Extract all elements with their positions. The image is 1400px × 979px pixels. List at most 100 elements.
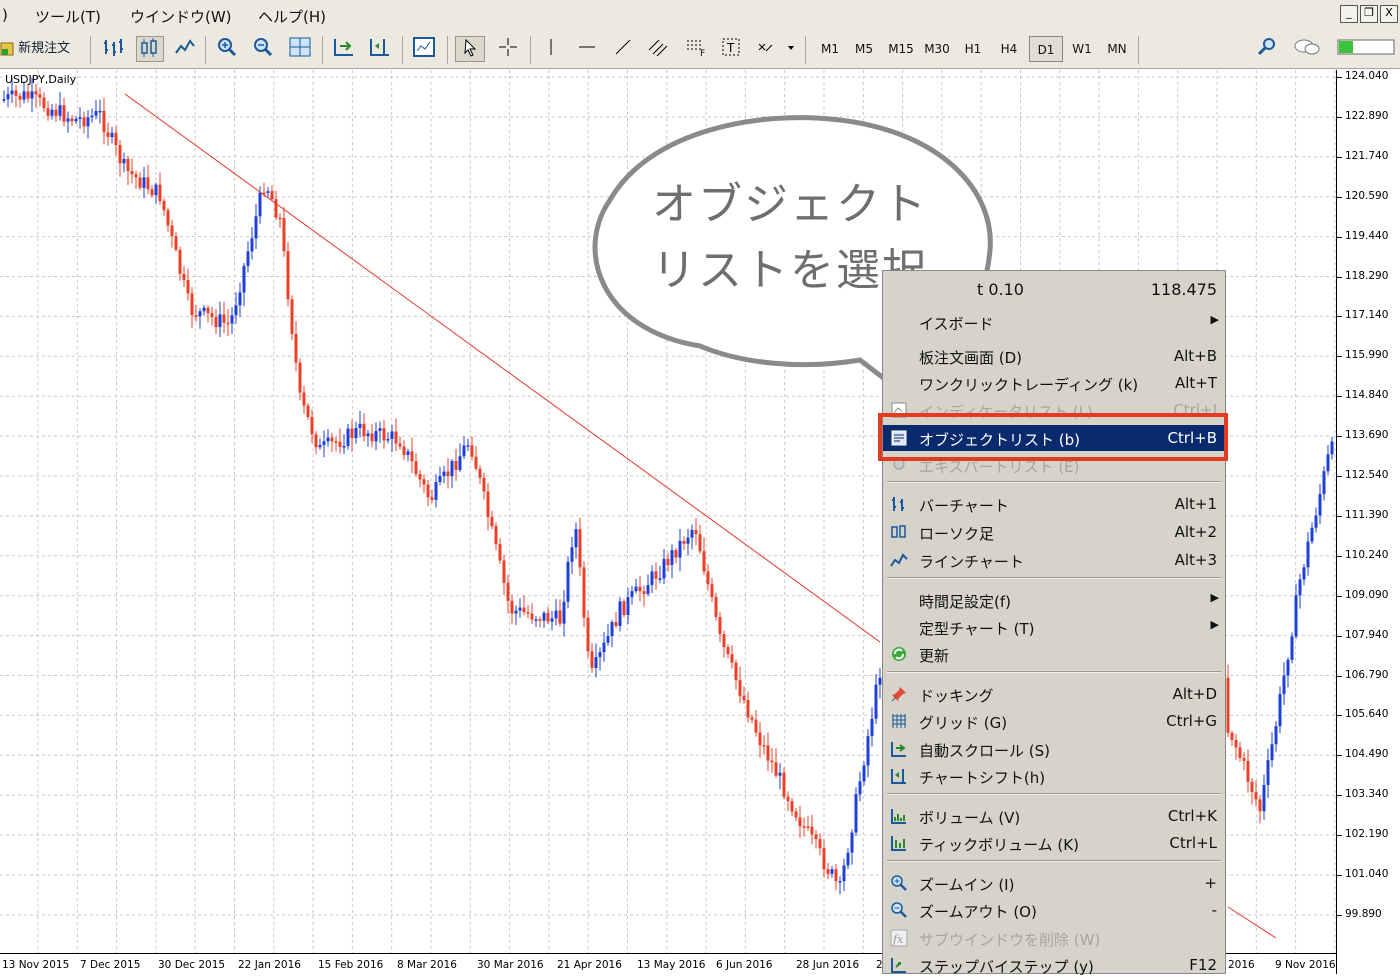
price-axis: 124.040 122.890 121.740 120.590 119.440 118.2… — [1336, 70, 1400, 974]
bar-chart-button[interactable] — [100, 36, 126, 62]
price-tick — [1337, 276, 1342, 278]
candle-body — [618, 601, 622, 626]
text-tool-button[interactable]: T — [718, 36, 746, 62]
zoom-in-button[interactable] — [214, 36, 240, 62]
fibonacci-button[interactable]: F — [682, 36, 712, 62]
cursor-tool-button[interactable] — [455, 36, 485, 62]
candle-body — [242, 265, 246, 293]
candle-body — [38, 94, 42, 98]
price-tick — [1337, 675, 1342, 677]
candle-body — [354, 427, 358, 439]
new-order-button[interactable]: 新規注文 — [0, 36, 80, 62]
menu-item-chart-shift[interactable]: チャートシフト(h) — [883, 763, 1225, 789]
menu-item-item-0[interactable]: イスボード ▶ — [883, 309, 1225, 335]
menu-item-volume[interactable]: ボリューム (V) Ctrl+K — [883, 803, 1225, 829]
menu-item-shortcut: Ctrl+L — [1169, 834, 1217, 852]
menu-item-item-1[interactable]: 板注文画面 (D) Alt+B — [883, 343, 1225, 369]
candle-body — [1226, 677, 1230, 733]
candle-body — [1298, 579, 1302, 596]
candle-body — [542, 612, 546, 621]
timeframe-h1[interactable]: H1 — [956, 36, 990, 62]
menu-item-item-9[interactable]: 時間足設定(f) ▶ — [883, 587, 1225, 613]
candle-body — [1326, 454, 1330, 472]
menu-item-candlestick[interactable]: ローソク足 Alt+2 — [883, 519, 1225, 545]
close-button[interactable]: X — [1380, 5, 1398, 23]
candle-body — [458, 456, 462, 470]
menu-item-tools[interactable]: ツール(T) — [35, 6, 101, 27]
equidistant-channel-button[interactable] — [644, 36, 674, 62]
menu-item-item-2[interactable]: ワンクリックトレーディング (k) Alt+T — [883, 370, 1225, 396]
price-label: 102.190 — [1345, 828, 1389, 841]
candle-body — [658, 578, 662, 580]
volume-icon — [889, 807, 909, 825]
crosshair-tool-button[interactable] — [493, 36, 523, 62]
price-tick — [1337, 635, 1342, 637]
price-tick — [1337, 835, 1342, 837]
candle-body — [202, 307, 206, 312]
chart-shift-button[interactable] — [366, 36, 394, 62]
templates-button[interactable] — [410, 36, 438, 62]
menu-item-step[interactable]: ステップバイステップ (y) F12 — [883, 952, 1225, 978]
date-label: 15 Feb 2016 — [318, 959, 384, 971]
candle-body — [122, 158, 126, 164]
new-order-label: 新規注文 — [18, 41, 71, 56]
menu-item-auto-scroll[interactable]: 自動スクロール (S) — [883, 736, 1225, 762]
price-tick — [1337, 356, 1342, 358]
chat-button[interactable] — [1292, 36, 1322, 62]
menu-item-shortcut: F12 — [1189, 956, 1217, 974]
date-label: 8 Mar 2016 — [397, 959, 457, 971]
menu-item-zoom-in[interactable]: ズームイン (I) + — [883, 870, 1225, 896]
line-chart-button[interactable] — [172, 36, 198, 62]
menu-separator — [887, 671, 1221, 673]
timeframe-h4[interactable]: H4 — [992, 36, 1026, 62]
horizontal-line-button[interactable] — [574, 36, 600, 62]
timeframe-m30[interactable]: M30 — [920, 36, 954, 62]
price-label: 103.340 — [1345, 788, 1389, 801]
menu-item-bar-chart[interactable]: バーチャート Alt+1 — [883, 491, 1225, 517]
timeframe-w1[interactable]: W1 — [1065, 36, 1099, 62]
menu-item-shortcut: Alt+T — [1174, 374, 1217, 392]
menu-item-zoom-out[interactable]: ズームアウト (O) - — [883, 897, 1225, 923]
restore-button[interactable]: ❐ — [1360, 5, 1378, 23]
candle-body — [750, 717, 754, 720]
zoom-out-button[interactable] — [250, 36, 276, 62]
price-label: 119.440 — [1345, 229, 1389, 242]
search-button[interactable] — [1254, 36, 1280, 62]
menu-item-tick-volume[interactable]: ティックボリューム (K) Ctrl+L — [883, 830, 1225, 856]
menu-item-window[interactable]: ウインドウ(W) — [130, 6, 232, 27]
candle-body — [826, 869, 830, 874]
candle-body — [74, 118, 78, 122]
candle-body — [670, 550, 674, 566]
trendline-button[interactable] — [610, 36, 636, 62]
candle-body — [686, 537, 690, 544]
timeframe-m1[interactable]: M1 — [813, 36, 847, 62]
candle-chart-button[interactable] — [136, 36, 164, 62]
candle-body — [1294, 595, 1298, 637]
menu-item-line-chart[interactable]: ラインチャート Alt+3 — [883, 547, 1225, 573]
menu-item-refresh[interactable]: 更新 — [883, 641, 1225, 667]
menu-item-help[interactable]: ヘルプ(H) — [258, 6, 326, 27]
candle-body — [174, 236, 178, 250]
menu-item-grid[interactable]: グリッド (G) Ctrl+G — [883, 708, 1225, 734]
timeframe-d1[interactable]: D1 — [1029, 36, 1063, 62]
vertical-line-button[interactable] — [538, 36, 564, 62]
trendline-tail[interactable] — [1227, 906, 1277, 939]
price-tick — [1337, 914, 1342, 916]
timeframe-m15[interactable]: M15 — [884, 36, 918, 62]
tile-windows-button[interactable] — [286, 36, 314, 62]
menu-item-pin[interactable]: ドッキング Alt+D — [883, 681, 1225, 707]
candle-body — [278, 217, 282, 220]
arrows-dropdown-button[interactable] — [752, 36, 796, 62]
menu-item-item-10[interactable]: 定型チャート (T) ▶ — [883, 614, 1225, 640]
menu-item-partial[interactable]: ) — [2, 6, 8, 24]
minimize-button[interactable]: _ — [1340, 5, 1358, 23]
candle-body — [1306, 541, 1310, 568]
candle-body — [734, 662, 738, 681]
candle-body — [130, 171, 134, 175]
highlight-frame — [878, 413, 1228, 461]
auto-scroll-button[interactable] — [330, 36, 358, 62]
candle-body — [374, 431, 378, 442]
timeframe-mn[interactable]: MN — [1100, 36, 1134, 62]
tick-volume-icon — [889, 834, 909, 852]
timeframe-m5[interactable]: M5 — [847, 36, 881, 62]
